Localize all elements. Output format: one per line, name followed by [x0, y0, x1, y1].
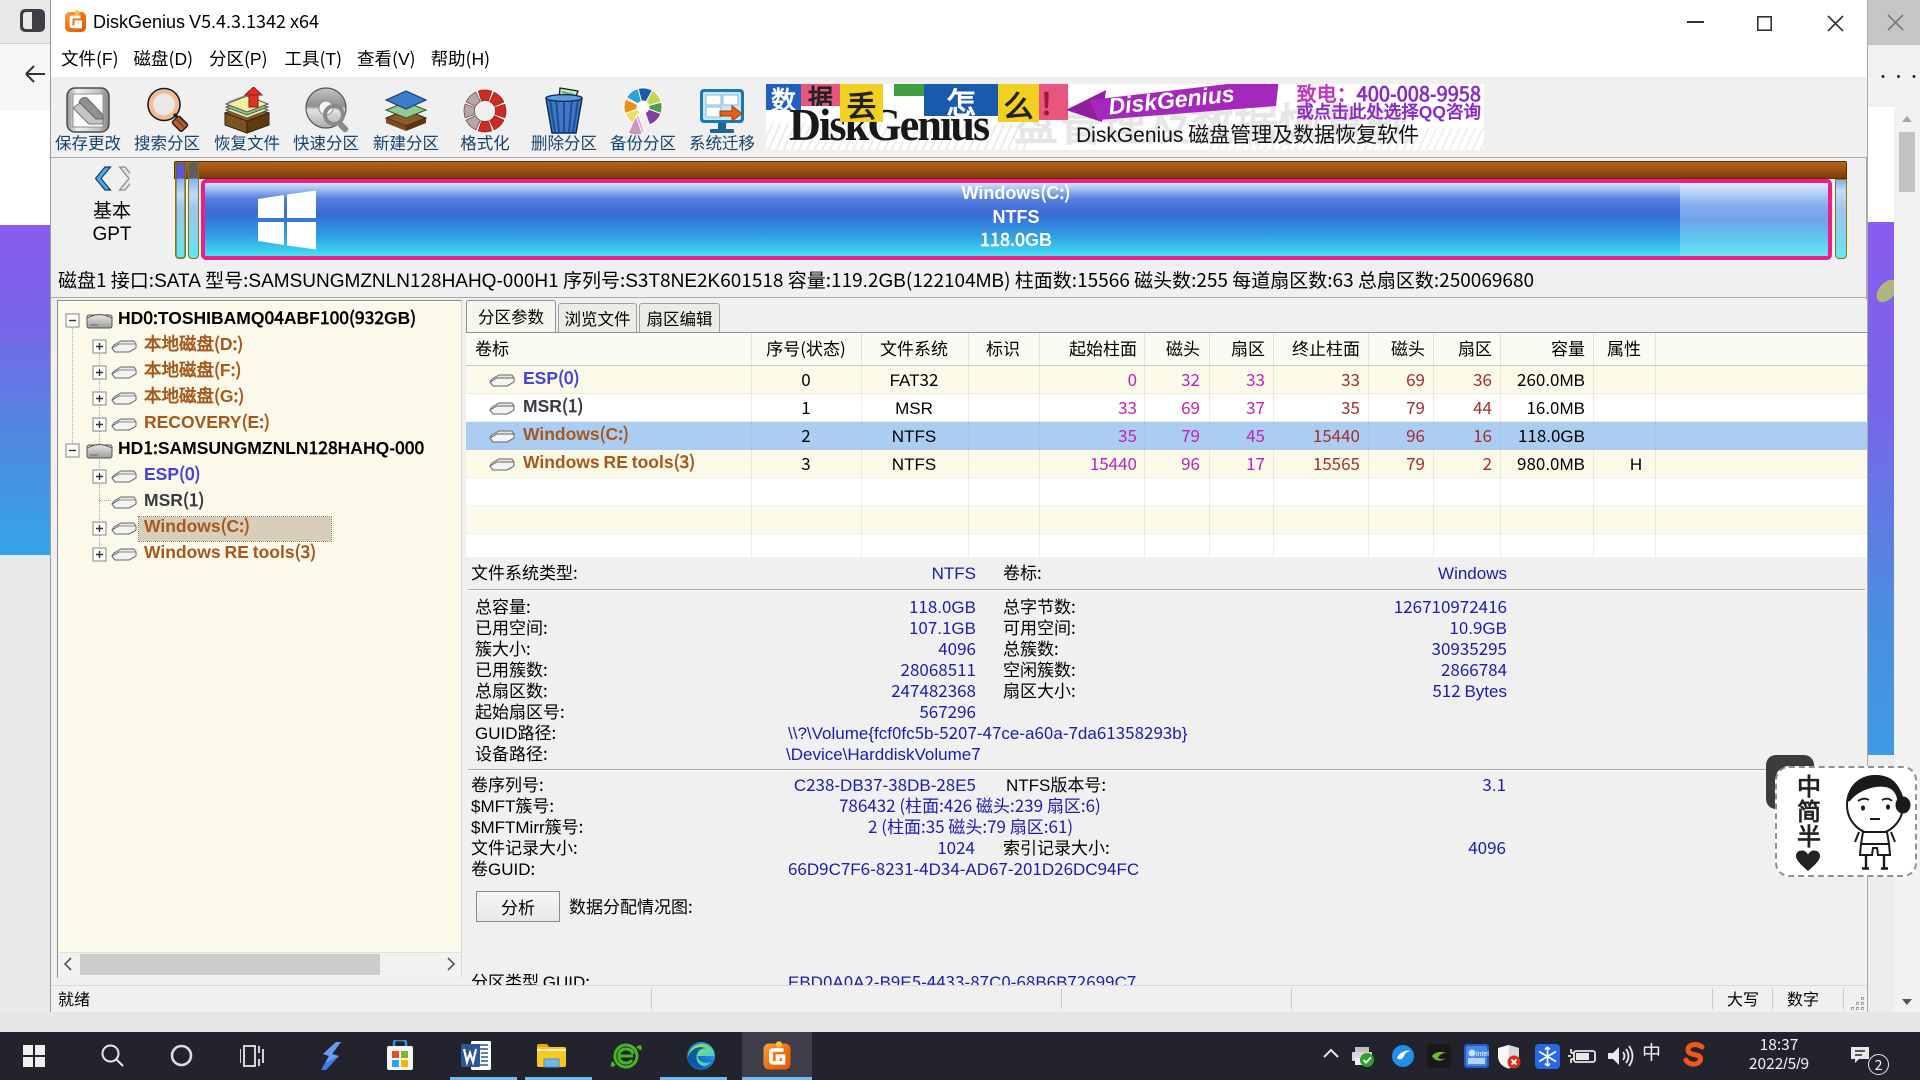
svg-text:intel: intel: [1476, 1049, 1489, 1059]
